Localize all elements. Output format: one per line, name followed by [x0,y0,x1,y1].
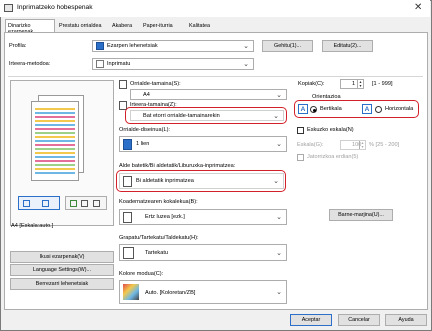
copies-range: [1 - 999] [372,81,393,87]
spinner-arrows-icon[interactable]: ▴ ▾ [357,80,363,88]
chevron-down-icon: ⌄ [243,43,249,50]
copies-spinner[interactable]: 1 ▴ ▾ [340,79,364,89]
paper-icon-2 [93,200,100,207]
printer-view-button[interactable] [65,196,107,210]
color-mode-select[interactable]: Auto. [Koloretan/ZB] ⌄ [119,280,287,304]
output-size-select[interactable]: Bat etorri orrialde-tamainarekin ⌄ [130,110,284,121]
profile-icon [96,42,104,50]
chevron-down-icon: ⌄ [276,250,282,257]
profile-label: Profila: [9,43,27,49]
binding-label: Koadernatzearen kokalekua(B): [119,199,198,205]
gutter-button[interactable]: Barne-marjina(U)... [329,209,393,221]
edit-profile-button[interactable]: Editatu(2)... [322,40,373,52]
separator [8,76,423,77]
tab-finishing[interactable]: Akabera [110,22,140,32]
staple-select[interactable]: Tartekatu ⌄ [119,244,287,261]
add-profile-button[interactable]: Gehitu(1)... [262,40,313,52]
portrait-radio[interactable] [310,106,317,113]
restore-defaults-button[interactable]: Berrezarri lehenetsiak [10,278,114,290]
page-layout-label: Orrialde-diseinua(L): [119,127,170,133]
color-mode-label: Kolore modua(C): [119,271,164,277]
printer-icon [4,4,13,12]
layout-1-icon [123,139,132,150]
help-button[interactable]: Ayuda [385,314,427,326]
paper-icon [81,200,88,207]
binding-icon [123,212,132,223]
page-size-icon [119,80,127,89]
chevron-down-icon: ⌄ [276,214,282,221]
page-size-label: Orrialde-tamaina(S): [130,81,181,87]
tab-paper-source[interactable]: Paper-iturria [141,22,186,32]
chevron-down-icon: ⌄ [276,92,282,99]
landscape-radio[interactable] [375,106,382,113]
chevron-down-icon: ⌄ [276,289,282,296]
portrait-icon: A [298,104,308,114]
cancel-button[interactable]: Cancelar [338,314,380,326]
chevron-down-icon: ⌄ [273,178,279,185]
close-icon[interactable]: ✕ [414,2,422,13]
printer-view-icon [70,200,77,207]
manual-scaling-label: Eskuzko eskala(N) [307,127,354,133]
output-method-select[interactable]: Inprimatu ⌄ [92,58,254,70]
duplex-icon [123,176,132,187]
chevron-down-icon: ⌄ [276,141,282,148]
page-layout-select[interactable]: 1 lien ⌄ [119,136,287,152]
chevron-down-icon: ⌄ [273,113,279,120]
center-original-label: Jatorrizkoa erdian(5) [307,154,359,160]
copies-label: Kopiak(C): [298,81,325,87]
color-mode-icon [123,284,139,300]
language-settings-button[interactable]: Language Settings(W)... [10,264,114,276]
scaling-label: Eskala(G): [297,142,324,148]
center-original-checkbox[interactable] [297,154,304,161]
tab-basic-settings[interactable]: Dinarizko ezarpenak [5,19,55,35]
output-method-label: Irteera-metodoa: [9,61,51,67]
print-icon [96,60,104,68]
preview-area [10,80,114,226]
duplex-label: Alde batetik/Bi aldetatik/Liburuxka-inpr… [119,163,236,169]
page-size-select[interactable]: A4 ⌄ [130,89,287,100]
landscape-icon: A [362,104,372,114]
ok-button[interactable]: Aceptar [290,314,332,326]
collate-icon [123,247,134,259]
preview-caption: A4 [Eskala:auto.] [11,223,54,229]
page-layout-icon [23,200,30,207]
manual-scaling-checkbox[interactable] [297,127,304,134]
portrait-label: Bertikala [320,106,342,112]
spinner-arrows-icon[interactable]: ▴ ▾ [359,141,365,149]
tab-page-setup[interactable]: Prestatu orrialdea [57,22,109,32]
window-title: Inprimatzeko hobespenak [17,4,93,11]
page-flip-icon [42,200,49,207]
duplex-select[interactable]: Bi aldetatik inprimatzea ⌄ [119,173,284,189]
preview-page-front [31,101,79,181]
title-bar: Inprimatzeko hobespenak ✕ [0,0,430,17]
view-settings-button[interactable]: Ikusi ezarpenak(V) [10,251,114,263]
binding-select[interactable]: Ertz luzea [ezk.] ⌄ [119,209,287,225]
scaling-spinner[interactable]: 100 ▴ ▾ [340,140,366,150]
landscape-label: Horizontala [385,106,414,112]
layout-view-button[interactable] [18,196,60,210]
scaling-range: % [25 - 200] [369,142,400,148]
staple-label: Grapatu/Tartekatu/Taldekatu(H): [119,235,199,241]
tab-quality[interactable]: Kalitatea [187,22,223,32]
chevron-down-icon: ⌄ [243,61,249,68]
profile-select[interactable]: Ezarpen lehenetsiak ⌄ [92,40,254,52]
